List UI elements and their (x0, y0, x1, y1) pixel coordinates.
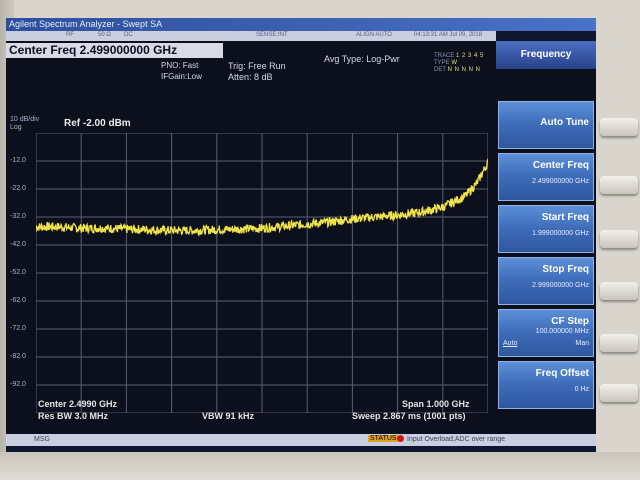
softkey-center-freq[interactable]: Center Freq 2.499000000 GHz (498, 153, 594, 201)
avg-type-label: Avg Type: Log-Pwr (324, 54, 400, 64)
span-footer: Span 1.000 GHz (402, 399, 470, 409)
y-tick-label: -72.0 (10, 325, 26, 332)
center-freq-footer: Center 2.4990 GHz (38, 399, 118, 409)
softkey-value: 2.499000000 GHz (532, 178, 589, 185)
softkey-cf-step[interactable]: CF Step 100.000000 MHz Auto Man (498, 309, 594, 357)
det-row: DET N N N N N (434, 67, 496, 74)
ifgain-label: IFGain:Low (161, 72, 202, 81)
scale-type: Log (10, 124, 22, 131)
clock-label: 04:13:31 AM Jul 09, 2018 (414, 32, 483, 38)
y-tick-label: -82.0 (10, 353, 26, 360)
type-label: TYPE (434, 60, 450, 66)
softkey-value: 100.000000 MHz (535, 328, 589, 335)
scale-per-div: 10 dB/div (10, 116, 40, 123)
msg-label: MSG (34, 436, 50, 443)
y-tick-label: -52.0 (10, 269, 26, 276)
y-tick-label: -62.0 (10, 297, 26, 304)
center-freq-banner[interactable]: Center Freq 2.499000000 GHz (6, 43, 223, 58)
vbw-footer: VBW 91 kHz (202, 411, 255, 421)
rf-input-label: RF (66, 32, 74, 38)
trace-row: TRACE 1 2 3 4 5 (434, 53, 496, 60)
y-tick-label: -22.0 (10, 185, 26, 192)
impedance-label: 50 Ω (98, 32, 111, 38)
y-tick-label: -42.0 (10, 241, 26, 248)
trace-numbers: 1 2 3 4 5 (456, 53, 484, 59)
hardware-softkey-6[interactable] (600, 384, 638, 402)
hardware-softkey-1[interactable] (600, 118, 638, 136)
softkey-stop-freq[interactable]: Stop Freq 2.999000000 GHz (498, 257, 594, 305)
softkey-value: 0 Hz (574, 386, 589, 393)
spectrum-graticule (36, 133, 488, 413)
status-message: Input Overload;ADC over range (407, 436, 506, 443)
status-badge: STATUS (368, 435, 399, 442)
softkey-panel: Frequency Auto Tune Center Freq 2.499000… (496, 41, 596, 434)
cf-step-man-option[interactable]: Man (575, 340, 589, 347)
det-values: N N N N N (447, 67, 481, 73)
menu-title: Frequency (496, 41, 596, 69)
type-row: TYPE W (434, 60, 496, 67)
error-icon (397, 435, 404, 442)
hardware-softkey-3[interactable] (600, 230, 638, 248)
align-label: ALIGN AUTO (356, 32, 392, 38)
sense-label: SENSE:INT (256, 32, 288, 38)
status-bar: MSG STATUS Input Overload;ADC over range (6, 434, 596, 446)
window-title: Agilent Spectrum Analyzer - Swept SA (6, 18, 596, 31)
atten-label: Atten: 8 dB (228, 72, 273, 82)
y-tick-label: -12.0 (10, 157, 26, 164)
softkey-auto-tune[interactable]: Auto Tune (498, 101, 594, 149)
measurement-header: Center Freq 2.499000000 GHz PNO: Fast IF… (6, 41, 496, 103)
pno-label: PNO: Fast (161, 61, 199, 70)
softkey-label: Start Freq (541, 212, 589, 223)
softkey-label: Center Freq (532, 160, 589, 171)
det-label: DET (434, 67, 446, 73)
analyzer-screen: Agilent Spectrum Analyzer - Swept SA RF … (6, 18, 596, 452)
instrument-bezel-bottom (0, 452, 640, 480)
softkey-value: 1.999000000 GHz (532, 230, 589, 237)
hardware-softkey-2[interactable] (600, 176, 638, 194)
y-tick-label: -32.0 (10, 213, 26, 220)
softkey-start-freq[interactable]: Start Freq 1.999000000 GHz (498, 205, 594, 253)
type-values: W (451, 60, 458, 66)
softkey-label: CF Step (551, 316, 589, 327)
spectrum-plot-area: 10 dB/div Log Ref -2.00 dBm -12.0 -22.0 -3… (6, 103, 496, 434)
trigger-label: Trig: Free Run (228, 61, 286, 71)
softkey-label: Stop Freq (542, 264, 589, 275)
softkey-label: Freq Offset (535, 368, 589, 379)
scale-label: 10 dB/div Log (10, 116, 39, 132)
coupling-label: DC (124, 32, 133, 38)
res-bw-footer: Res BW 3.0 MHz (38, 411, 109, 421)
y-tick-label: -92.0 (10, 381, 26, 388)
trace-label: TRACE (434, 53, 455, 59)
trace-indicator: TRACE 1 2 3 4 5 TYPE W DET N N N N N (434, 53, 496, 75)
softkey-label: Auto Tune (540, 117, 589, 128)
ref-level-label: Ref -2.00 dBm (64, 118, 131, 129)
settings-bar: RF 50 Ω DC SENSE:INT ALIGN AUTO 04:13:31… (6, 31, 496, 41)
softkey-freq-offset[interactable]: Freq Offset 0 Hz (498, 361, 594, 409)
cf-step-auto-option[interactable]: Auto (503, 340, 517, 347)
hardware-softkey-5[interactable] (600, 334, 638, 352)
softkey-value: 2.999000000 GHz (532, 282, 589, 289)
sweep-footer: Sweep 2.867 ms (1001 pts) (352, 411, 466, 421)
hardware-softkey-4[interactable] (600, 282, 638, 300)
